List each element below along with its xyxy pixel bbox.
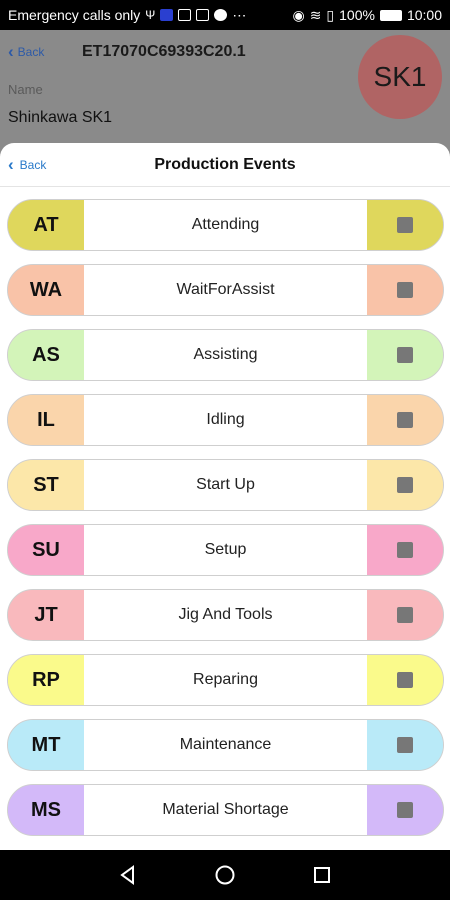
event-name: Assisting (84, 330, 367, 380)
chevron-left-icon: ‹ (8, 155, 14, 174)
sim-icon: ▯ (326, 6, 335, 23)
event-stop-button[interactable] (367, 590, 443, 640)
usb-icon: Ψ (145, 8, 156, 22)
sheet-header: ‹ Back Production Events (0, 143, 450, 187)
battery-icon (379, 9, 402, 21)
event-row-wa[interactable]: WA WaitForAssist (7, 264, 444, 316)
facebook-icon (214, 9, 228, 21)
event-name: Material Shortage (84, 785, 367, 835)
image-icon (196, 9, 210, 21)
event-row-at[interactable]: AT Attending (7, 199, 444, 251)
square-recents-icon (313, 867, 330, 883)
event-code: MT (8, 720, 84, 770)
event-name: Maintenance (84, 720, 367, 770)
event-code: ST (8, 460, 84, 510)
status-bar: Emergency calls only Ψ ⋯ ◉ ≋ ▯ 100% 10:0… (0, 0, 450, 30)
stop-icon (397, 217, 413, 233)
event-row-su[interactable]: SU Setup (7, 524, 444, 576)
event-name: WaitForAssist (84, 265, 367, 315)
stop-icon (397, 347, 413, 363)
event-code: AT (8, 200, 84, 250)
event-stop-button[interactable] (367, 265, 443, 315)
event-stop-button[interactable] (367, 395, 443, 445)
device-id-title: ET17070C69393C20.1 (82, 43, 246, 60)
event-name: Attending (84, 200, 367, 250)
event-code: SU (8, 525, 84, 575)
event-stop-button[interactable] (367, 525, 443, 575)
stop-icon (397, 477, 413, 493)
event-stop-button[interactable] (367, 460, 443, 510)
event-code: WA (8, 265, 84, 315)
event-name: Idling (84, 395, 367, 445)
sheet-back-button[interactable]: ‹ Back (8, 155, 46, 175)
event-code: MS (8, 785, 84, 835)
triangle-back-icon (120, 865, 135, 885)
event-row-rp[interactable]: RP Reparing (7, 654, 444, 706)
clock-time: 10:00 (406, 7, 442, 23)
event-row-ms[interactable]: MS Material Shortage (7, 784, 444, 836)
event-code: IL (8, 395, 84, 445)
recents-nav-button[interactable] (302, 855, 342, 895)
eye-icon: ◉ (292, 6, 305, 23)
event-code: AS (8, 330, 84, 380)
event-stop-button[interactable] (367, 655, 443, 705)
event-row-as[interactable]: AS Assisting (7, 329, 444, 381)
event-name: Jig And Tools (84, 590, 367, 640)
production-events-sheet: ‹ Back Production Events AT Attending WA Wa… (0, 143, 450, 850)
back-nav-button[interactable] (108, 855, 148, 895)
sheet-title: Production Events (154, 155, 296, 173)
event-stop-button[interactable] (367, 785, 443, 835)
circle-home-icon (215, 865, 235, 885)
stop-icon (397, 282, 413, 298)
more-dots-icon: ⋯ (232, 6, 247, 23)
event-name: Start Up (84, 460, 367, 510)
stop-icon (397, 737, 413, 753)
home-nav-button[interactable] (205, 855, 245, 895)
avatar[interactable]: SK1 (358, 35, 442, 119)
wifi-icon: ≋ (309, 6, 322, 23)
event-stop-button[interactable] (367, 330, 443, 380)
background-back-label: Back (17, 45, 45, 59)
app-notification-icon (160, 9, 174, 21)
event-code: JT (8, 590, 84, 640)
background-back-button[interactable]: ‹ Back (8, 42, 82, 62)
carrier-text: Emergency calls only (8, 7, 141, 23)
battery-percent: 100% (339, 7, 375, 23)
sheet-back-label: Back (19, 158, 47, 172)
navigation-bar (0, 850, 450, 900)
event-row-jt[interactable]: JT Jig And Tools (7, 589, 444, 641)
chevron-left-icon: ‹ (8, 42, 14, 61)
event-code: RP (8, 655, 84, 705)
event-row-il[interactable]: IL Idling (7, 394, 444, 446)
event-stop-button[interactable] (367, 720, 443, 770)
stop-icon (397, 412, 413, 428)
event-name: Reparing (84, 655, 367, 705)
event-row-st[interactable]: ST Start Up (7, 459, 444, 511)
stop-icon (397, 607, 413, 623)
event-name: Setup (84, 525, 367, 575)
message-icon (178, 9, 192, 21)
stop-icon (397, 672, 413, 688)
event-stop-button[interactable] (367, 200, 443, 250)
stop-icon (397, 802, 413, 818)
stop-icon (397, 542, 413, 558)
event-row-mt[interactable]: MT Maintenance (7, 719, 444, 771)
